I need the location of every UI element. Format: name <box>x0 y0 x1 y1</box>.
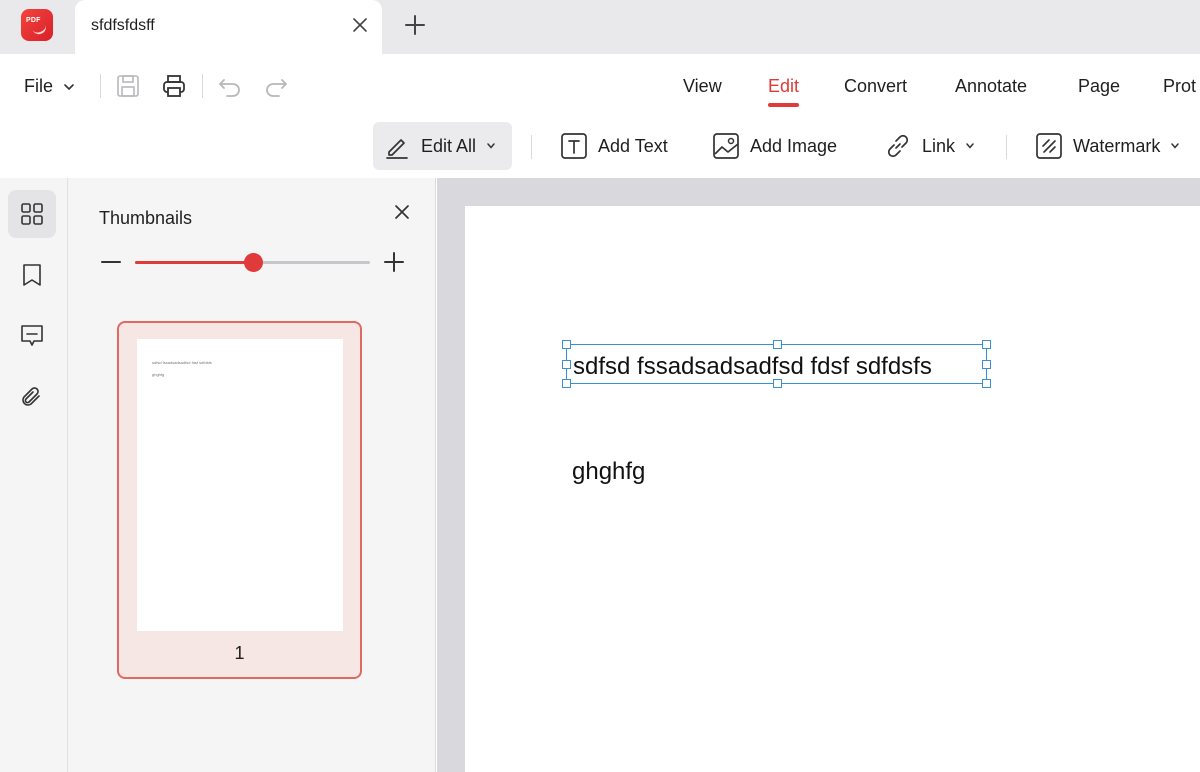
tab-bar: PDF sfdfsfdsff <box>0 0 1200 54</box>
document-tab[interactable]: sfdfsfdsff <box>75 0 382 54</box>
app-logo: PDF <box>21 9 53 41</box>
text-box-content[interactable]: sdfsd fssadsadsadfsd fdsf sdfdsfs <box>573 353 932 381</box>
tab-protect[interactable]: Prot <box>1163 76 1196 97</box>
slider-handle[interactable] <box>244 253 263 272</box>
link-icon <box>887 134 909 158</box>
menu-separator <box>202 74 203 98</box>
document-viewer: sdfsd fssadsadsadfsd fdsf sdfdsfs ghghfg <box>437 178 1200 772</box>
active-tab-indicator <box>768 103 799 107</box>
comment-icon <box>21 325 43 346</box>
resize-handle[interactable] <box>982 379 991 388</box>
new-tab-icon[interactable] <box>400 10 430 40</box>
edit-all-button[interactable]: Edit All <box>373 122 512 170</box>
tab-annotate[interactable]: Annotate <box>955 76 1027 97</box>
thumbnail-preview: sdfsd fssadsadsadfsd fdsf sdfdsfs ghghfg <box>137 339 343 631</box>
app-logo-text: PDF <box>26 17 41 24</box>
pdf-page[interactable]: sdfsd fssadsadsadfsd fdsf sdfdsfs ghghfg <box>465 206 1200 772</box>
attachment-icon <box>22 387 40 406</box>
resize-handle[interactable] <box>773 379 782 388</box>
slider-fill <box>135 261 253 264</box>
left-rail <box>0 178 68 772</box>
resize-handle[interactable] <box>562 379 571 388</box>
watermark-button[interactable]: Watermark <box>1025 122 1190 170</box>
pen-icon <box>386 139 408 159</box>
thumbnail-text-line: sdfsd fssadsadsadfsd fdsf sdfdsfs <box>152 360 212 365</box>
thumbnails-panel: Thumbnails sdfsd fssadsadsadfsd fdsf sdf… <box>68 178 436 772</box>
close-icon[interactable] <box>390 200 414 224</box>
zoom-in-icon[interactable] <box>383 251 405 273</box>
add-text-button[interactable]: Add Text <box>550 122 678 170</box>
thumbnail-size-slider[interactable] <box>135 253 370 272</box>
page-thumbnail[interactable]: sdfsd fssadsadsadfsd fdsf sdfdsfs ghghfg… <box>117 321 362 679</box>
thumbnails-icon <box>21 203 43 225</box>
chevron-down-icon <box>64 83 74 90</box>
link-button[interactable]: Link <box>874 122 985 170</box>
chevron-down-icon <box>487 143 495 149</box>
watermark-label: Watermark <box>1073 135 1161 156</box>
resize-handle[interactable] <box>773 340 782 349</box>
selected-text-box[interactable]: sdfsd fssadsadsadfsd fdsf sdfdsfs <box>562 340 991 388</box>
rail-thumbnails-button[interactable] <box>8 190 56 238</box>
chevron-down-icon <box>1171 143 1180 149</box>
edit-all-label: Edit All <box>421 135 477 156</box>
tab-edit[interactable]: Edit <box>768 76 799 97</box>
watermark-icon <box>1036 133 1062 159</box>
document-paragraph[interactable]: ghghfg <box>572 458 645 486</box>
add-image-button[interactable]: Add Image <box>702 122 847 170</box>
panel-title: Thumbnails <box>99 208 193 228</box>
menu-bar: File View Edit Convert Annotate Page Pro… <box>0 54 1200 118</box>
zoom-out-icon[interactable] <box>100 251 122 273</box>
tab-page[interactable]: Page <box>1078 76 1120 97</box>
page-number: 1 <box>234 643 245 663</box>
resize-handle[interactable] <box>982 360 991 369</box>
resize-handle[interactable] <box>562 360 571 369</box>
chevron-down-icon <box>966 143 974 149</box>
toolbar-separator <box>1006 135 1007 159</box>
image-icon <box>713 133 739 159</box>
file-menu-button[interactable]: File <box>24 76 75 97</box>
text-box-icon <box>561 133 587 159</box>
redo-icon[interactable] <box>262 72 290 100</box>
tab-convert[interactable]: Convert <box>844 76 907 97</box>
close-tab-icon[interactable] <box>347 12 373 38</box>
file-menu-label: File <box>24 76 54 96</box>
thumbnail-text-line: ghghfg <box>152 372 165 377</box>
undo-icon[interactable] <box>216 72 244 100</box>
tab-view[interactable]: View <box>683 76 722 97</box>
menu-separator <box>100 74 101 98</box>
link-label: Link <box>922 135 956 156</box>
save-icon[interactable] <box>114 72 142 100</box>
rail-bookmarks-button[interactable] <box>8 251 56 299</box>
rail-comments-button[interactable] <box>8 312 56 360</box>
resize-handle[interactable] <box>982 340 991 349</box>
add-text-label: Add Text <box>598 135 668 156</box>
toolbar-separator <box>531 135 532 159</box>
edit-toolbar: Edit All Add Text Add Image Link Waterma… <box>0 118 1200 178</box>
print-icon[interactable] <box>160 72 188 100</box>
rail-attachments-button[interactable] <box>8 373 56 421</box>
add-image-label: Add Image <box>750 135 838 156</box>
bookmark-icon <box>23 264 41 286</box>
resize-handle[interactable] <box>562 340 571 349</box>
tab-title: sfdfsfdsff <box>91 17 155 34</box>
